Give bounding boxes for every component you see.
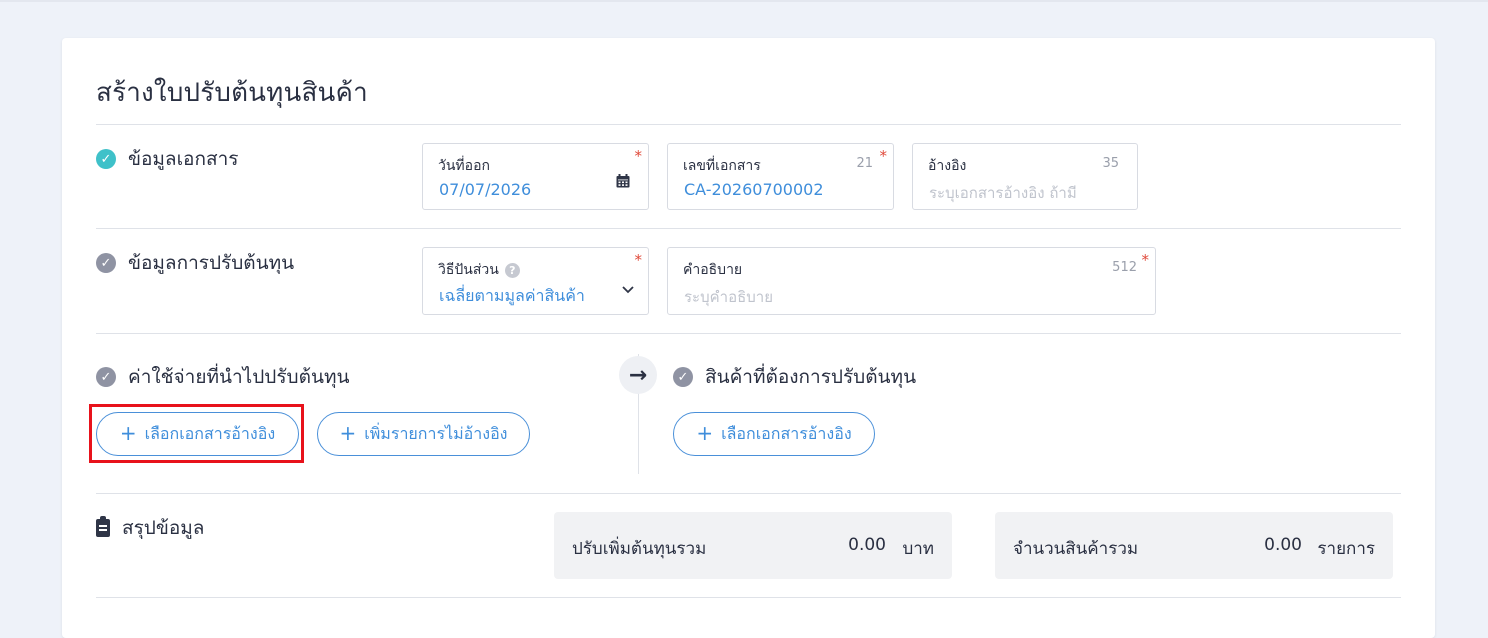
- issue-date-value[interactable]: 07/07/2026: [439, 180, 531, 199]
- char-counter: 512: [1112, 260, 1137, 275]
- allocation-method-select[interactable]: วิธีปันส่วน ? * เฉลี่ยตามมูลค่าสินค้า: [422, 247, 649, 315]
- field-label: คำอธิบาย: [683, 262, 743, 278]
- reference-input[interactable]: ระบุเอกสารอ้างอิง ถ้ามี: [929, 181, 1077, 205]
- check-pending-icon: ✓: [673, 367, 693, 387]
- summary-total-increase: ปรับเพิ่มต้นทุนรวม 0.00 บาท: [554, 512, 952, 579]
- add-unreferenced-item-button[interactable]: + เพิ่มรายการไม่อ้างอิง: [317, 412, 530, 456]
- top-border: [0, 0, 1488, 2]
- section-label: ข้อมูลการปรับต้นทุน: [128, 252, 295, 274]
- allocation-method-value[interactable]: เฉลี่ยตามมูลค่าสินค้า: [439, 284, 585, 309]
- divider: [96, 124, 1401, 125]
- help-icon[interactable]: ?: [504, 262, 520, 278]
- select-reference-doc-products-button[interactable]: + เลือกเอกสารอ้างอิง: [673, 412, 875, 456]
- field-label: เลขที่เอกสาร: [683, 158, 761, 174]
- divider: [96, 493, 1401, 494]
- required-marker: *: [634, 147, 643, 165]
- required-marker: *: [634, 251, 643, 269]
- plus-icon: +: [339, 421, 357, 445]
- field-label: อ้างอิง: [928, 158, 967, 174]
- section-label: สรุปข้อมูล: [122, 517, 205, 539]
- chevron-down-icon[interactable]: [622, 286, 634, 294]
- section-label: ค่าใช้จ่ายที่นำไปปรับต้นทุน: [128, 366, 350, 388]
- divider: [96, 333, 1401, 334]
- section-summary: สรุปข้อมูล: [96, 513, 204, 543]
- required-marker: *: [1141, 251, 1150, 269]
- summary-label: จำนวนสินค้ารวม: [1013, 539, 1139, 559]
- char-counter: 35: [1102, 156, 1119, 171]
- check-pending-icon: ✓: [96, 253, 116, 273]
- description-field[interactable]: คำอธิบาย 512 * ระบุคำอธิบาย: [667, 247, 1156, 315]
- clipboard-icon: [96, 516, 110, 537]
- section-adjust-info: ✓ ข้อมูลการปรับต้นทุน: [96, 248, 294, 278]
- check-complete-icon: ✓: [96, 149, 116, 169]
- button-label: เพิ่มรายการไม่อ้างอิง: [364, 423, 508, 443]
- doc-number-value[interactable]: CA-20260700002: [684, 180, 824, 199]
- summary-value: 0.00: [848, 535, 886, 555]
- calendar-icon[interactable]: [616, 174, 630, 188]
- description-input[interactable]: ระบุคำอธิบาย: [684, 285, 773, 309]
- summary-unit: รายการ: [1317, 539, 1375, 559]
- allocation-label: วิธีปันส่วน: [438, 262, 499, 278]
- field-label: วันที่ออก: [438, 158, 490, 174]
- section-document-info: ✓ ข้อมูลเอกสาร: [96, 144, 238, 174]
- section-products: ✓ สินค้าที่ต้องการปรับต้นทุน: [673, 362, 916, 392]
- summary-total-items: จำนวนสินค้ารวม 0.00 รายการ: [995, 512, 1393, 579]
- summary-value: 0.00: [1264, 535, 1302, 555]
- section-label: ข้อมูลเอกสาร: [128, 148, 239, 170]
- reference-field[interactable]: อ้างอิง 35 ระบุเอกสารอ้างอิง ถ้ามี: [912, 143, 1138, 210]
- section-expenses: ✓ ค่าใช้จ่ายที่นำไปปรับต้นทุน: [96, 362, 349, 392]
- divider: [96, 228, 1401, 229]
- char-counter: 21: [856, 156, 873, 171]
- summary-unit: บาท: [902, 539, 934, 559]
- highlight-box: [89, 404, 304, 463]
- field-label: วิธีปันส่วน ?: [438, 259, 520, 281]
- arrow-right-icon: →: [619, 356, 657, 394]
- divider: [96, 597, 1401, 598]
- main-card: สร้างใบปรับต้นทุนสินค้า ✓ ข้อมูลเอกสาร ว…: [62, 38, 1435, 638]
- doc-number-field[interactable]: เลขที่เอกสาร 21 * CA-20260700002: [667, 143, 894, 210]
- summary-label: ปรับเพิ่มต้นทุนรวม: [572, 539, 707, 559]
- section-label: สินค้าที่ต้องการปรับต้นทุน: [705, 366, 917, 388]
- check-pending-icon: ✓: [96, 367, 116, 387]
- button-label: เลือกเอกสารอ้างอิง: [721, 423, 852, 443]
- issue-date-field[interactable]: วันที่ออก * 07/07/2026: [422, 143, 649, 210]
- plus-icon: +: [696, 421, 714, 445]
- page-title: สร้างใบปรับต้นทุนสินค้า: [96, 78, 368, 108]
- required-marker: *: [879, 147, 888, 165]
